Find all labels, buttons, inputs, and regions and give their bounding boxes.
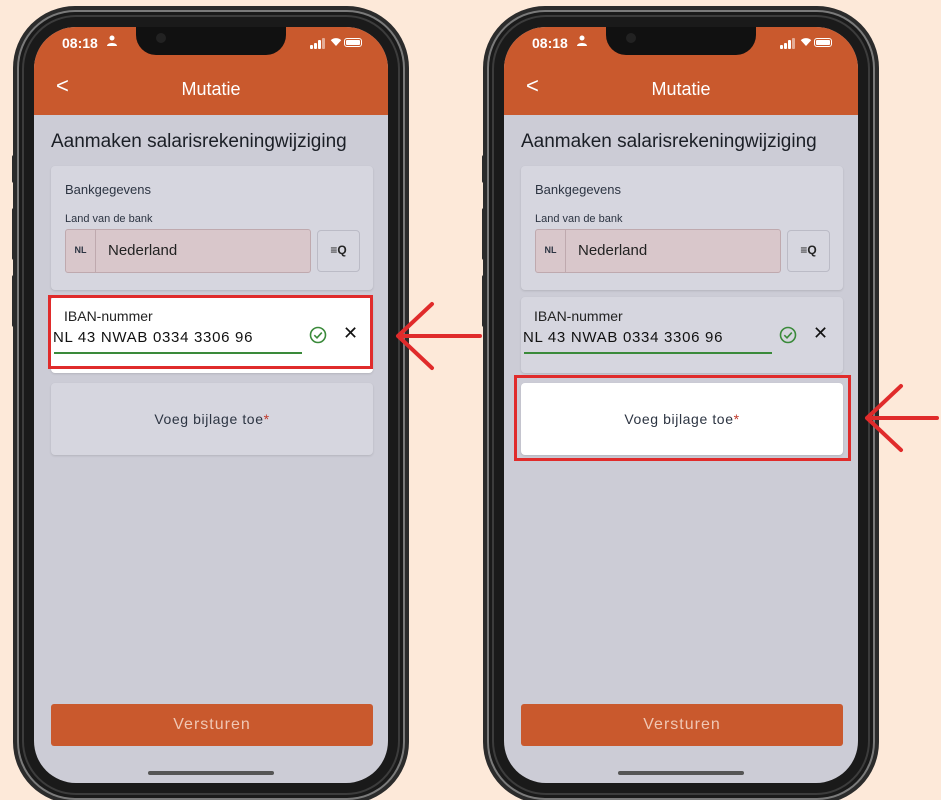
bank-details-card: Bankgegevens Land van de bank NL Nederla… [51,166,373,290]
person-icon [577,35,587,49]
camera-dot [156,33,166,43]
iban-card[interactable]: IBAN-nummer NL 43 NWAB 0334 3306 96 ✕ [521,297,843,373]
country-field[interactable]: NL Nederland [535,229,781,273]
home-indicator [618,771,744,775]
app-bar: 08:18 < Mutatie [34,27,388,115]
required-mark: * [263,411,270,427]
iban-label: IBAN-nummer [534,308,623,324]
status-time: 08:18 [62,35,98,51]
submit-button[interactable]: Versturen [521,704,843,746]
app-bar-title: Mutatie [651,79,711,99]
country-code-box: NL [536,230,566,272]
phone-screen: 08:18 < Mutatie Aanmaken salarisrekening… [34,27,388,783]
red-arrow-left-icon [396,302,482,370]
country-label: Land van de bank [65,213,153,225]
status-time: 08:18 [532,35,568,51]
submit-button[interactable]: Versturen [51,704,373,746]
country-code: NL [544,245,557,255]
notch [606,27,756,55]
battery-icon [344,38,362,47]
iban-input[interactable]: NL 43 NWAB 0334 3306 96 [523,329,723,346]
country-code: NL [74,245,87,255]
notch [136,27,286,55]
country-label: Land van de bank [535,213,623,225]
iban-underline [524,352,772,354]
add-attachment-button[interactable]: Voeg bijlage toe* [51,383,373,455]
bank-details-heading: Bankgegevens [535,182,622,197]
page-title: Aanmaken salarisrekeningwijziging [521,131,817,152]
app-bar: 08:18 < Mutatie [504,27,858,115]
country-search-button[interactable]: ≡Q [787,230,830,272]
bank-details-card: Bankgegevens Land van de bank NL Nederla… [521,166,843,290]
country-search-button[interactable]: ≡Q [317,230,360,272]
battery-icon [814,38,832,47]
list-search-icon: ≡Q [330,243,347,257]
person-icon [107,35,117,49]
status-icons [780,37,832,49]
country-name: Nederland [108,242,178,259]
country-name: Nederland [578,242,648,259]
submit-label: Versturen [643,716,721,733]
red-arrow-left-icon [865,384,939,452]
country-code-box: NL [66,230,96,272]
page-title: Aanmaken salarisrekeningwijziging [51,131,347,152]
country-field[interactable]: NL Nederland [65,229,311,273]
close-icon[interactable]: ✕ [813,323,828,344]
list-search-icon: ≡Q [800,243,817,257]
submit-label: Versturen [173,716,251,733]
bank-details-heading: Bankgegevens [65,182,152,197]
add-attachment-label: Voeg bijlage toe* [51,411,373,427]
home-indicator [148,771,274,775]
attachment-text: Voeg bijlage toe [154,411,264,427]
wifi-icon [330,37,342,49]
check-circle-icon [779,326,797,344]
app-bar-title: Mutatie [181,79,241,99]
wifi-icon [800,37,812,49]
status-icons [310,37,362,49]
camera-dot [626,33,636,43]
highlight-box-attachment [514,375,851,461]
highlight-box-iban [48,295,373,369]
phone-mockup-left: 08:18 < Mutatie Aanmaken salarisrekening… [12,10,409,800]
